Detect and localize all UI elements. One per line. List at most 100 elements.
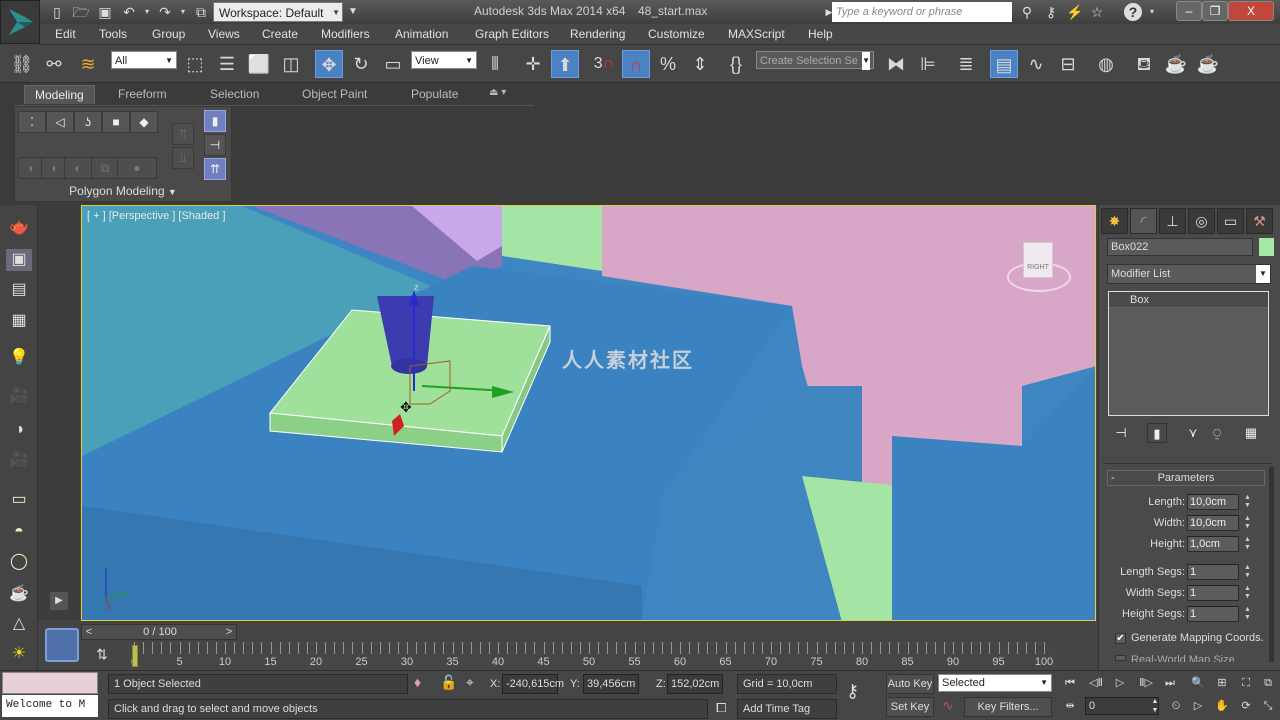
make-unique-icon[interactable]: ⋎ xyxy=(1183,423,1203,443)
menu-graph-editors[interactable]: Graph Editors xyxy=(475,27,549,41)
selection-lock-icon[interactable]: 🔓 xyxy=(440,674,457,691)
go-to-start-icon[interactable]: ⏮ xyxy=(1060,674,1080,692)
y-coordinate-field[interactable]: 39,456cm xyxy=(583,674,639,694)
select-similar-icon[interactable]: ● xyxy=(117,157,157,179)
zoom-extents-icon[interactable]: ⛶ xyxy=(1236,674,1256,692)
select-by-name-icon[interactable]: ☰ xyxy=(213,50,241,78)
spinner-icon[interactable]: ▲ ▼ xyxy=(1243,536,1252,552)
pivot-center-icon[interactable]: ⫴ xyxy=(481,50,509,78)
spinner-icon[interactable]: ▲ ▼ xyxy=(1243,494,1252,510)
modify-mode-icon[interactable]: ⫪ xyxy=(172,123,194,145)
infocenter-search-input[interactable]: Type a keyword or phrase xyxy=(832,2,1012,22)
ribbon-tab-object-paint[interactable]: Object Paint xyxy=(302,87,367,101)
modifier-list-dropdown[interactable]: Modifier List ▼ xyxy=(1107,264,1271,284)
redo-dropdown-icon[interactable]: ▾ xyxy=(174,3,192,21)
reference-coordinate-dropdown[interactable]: View ▼ xyxy=(411,51,477,69)
isolate-selection-icon[interactable]: ♦ xyxy=(414,674,421,690)
menu-modifiers[interactable]: Modifiers xyxy=(321,27,370,41)
command-panel-scrollbar[interactable] xyxy=(1269,467,1274,662)
viewport-label[interactable]: [ + ] [Perspective ] [Shaded ] xyxy=(87,210,226,222)
dome-light-icon[interactable]: ◓ xyxy=(6,521,32,543)
vertex-mode-icon[interactable]: ⁚ xyxy=(18,111,46,133)
unlink-icon[interactable]: ⚯ xyxy=(40,50,68,78)
schematic-view-icon[interactable]: ⊟ xyxy=(1054,50,1082,78)
rectangular-selection-icon[interactable]: ⬜ xyxy=(245,50,273,78)
zoom-icon[interactable]: 🔍 xyxy=(1188,674,1208,692)
material-editor-icon[interactable]: ◍ xyxy=(1092,50,1120,78)
camera-red-icon[interactable]: 🎥 xyxy=(6,449,32,471)
display-tab-icon[interactable]: ▭ xyxy=(1217,208,1244,234)
time-slider[interactable]: < 0 / 100 > xyxy=(81,624,237,640)
loop-selection-icon[interactable]: ◐ xyxy=(64,157,92,179)
zoom-all-icon[interactable]: ⊞ xyxy=(1212,674,1232,692)
edge-mode-icon[interactable]: ◁ xyxy=(46,111,74,133)
expand-layout-icon[interactable]: ▶ xyxy=(50,592,68,610)
angle-snap-icon[interactable]: ∩ xyxy=(622,50,650,78)
motion-tab-icon[interactable]: ◎ xyxy=(1188,208,1215,234)
stack-item-box[interactable]: Box xyxy=(1109,292,1268,308)
object-name-field[interactable]: Box022 xyxy=(1107,238,1253,256)
viewport-layout-button[interactable] xyxy=(45,628,79,662)
key-mode-dropdown[interactable]: Selected ▼ xyxy=(938,674,1052,692)
project-folder-icon[interactable]: ⧉ xyxy=(192,3,210,21)
workspace-dropdown[interactable]: Workspace: Default ▼ xyxy=(213,2,343,22)
binoculars-icon[interactable]: ⚲ xyxy=(1018,3,1036,21)
pin-stack-icon[interactable]: ⊣ xyxy=(1111,423,1131,443)
next-frame-icon[interactable]: > xyxy=(222,625,236,639)
play-icon[interactable]: ▷ xyxy=(1110,674,1130,692)
spinner-icon[interactable]: ▲ ▼ xyxy=(1243,515,1252,531)
create-tab-icon[interactable]: ✸ xyxy=(1101,208,1128,234)
time-configuration-icon[interactable]: ⏲ xyxy=(1166,697,1186,715)
teapot-icon[interactable]: 🫖 xyxy=(6,217,32,239)
maxscript-listener-output[interactable]: Welcome to M xyxy=(2,695,98,717)
open-mini-curve-editor-icon[interactable]: ⇅ xyxy=(92,646,112,666)
go-to-end-icon[interactable]: ⏭ xyxy=(1160,674,1180,692)
minimize-button[interactable]: – xyxy=(1176,1,1202,21)
maxscript-listener-input[interactable] xyxy=(2,672,98,694)
select-and-rotate-icon[interactable]: ↻ xyxy=(347,50,375,78)
menu-help[interactable]: Help xyxy=(808,27,833,41)
orbit-icon[interactable]: ⟳ xyxy=(1236,697,1256,715)
maximize-viewport-icon[interactable]: ⤡ xyxy=(1258,697,1278,715)
menu-views[interactable]: Views xyxy=(208,27,240,41)
viewcube[interactable]: RIGHT xyxy=(1003,240,1073,300)
spinner-icon[interactable]: ▲ ▼ xyxy=(1243,564,1252,580)
add-time-tag-button[interactable]: Add Time Tag xyxy=(737,699,837,719)
menu-maxscript[interactable]: MAXScript xyxy=(728,27,785,41)
new-file-icon[interactable]: ▯ xyxy=(48,3,66,21)
collapse-stack-icon[interactable]: ⫫ xyxy=(172,147,194,169)
help-icon[interactable]: ? xyxy=(1124,3,1142,21)
width-input[interactable]: 10,0cm xyxy=(1187,515,1239,531)
light-lister-icon[interactable]: 💡 xyxy=(6,347,32,369)
render-production-icon[interactable]: ☕ xyxy=(1194,50,1222,78)
x-coordinate-field[interactable]: -240,615cm xyxy=(502,674,564,694)
real-world-map-size-checkbox[interactable] xyxy=(1115,655,1126,661)
current-frame-field[interactable]: 0 xyxy=(1085,697,1159,715)
bind-space-warp-icon[interactable]: ≋ xyxy=(74,50,102,78)
z-coordinate-field[interactable]: 152,02cm xyxy=(667,674,723,694)
length-input[interactable]: 10,0cm xyxy=(1187,494,1239,510)
snaps-toggle-icon[interactable]: 3∩ xyxy=(590,50,618,78)
render-setup-icon[interactable]: ⛾ xyxy=(1130,50,1158,78)
selection-filter-dropdown[interactable]: All ▼ xyxy=(111,51,177,69)
area-light-icon[interactable]: ▭ xyxy=(6,489,32,511)
previous-frame-icon[interactable]: < xyxy=(82,625,96,639)
scene-explorer-icon[interactable]: ▤ xyxy=(990,50,1018,78)
spinner-icon[interactable]: ▲ ▼ xyxy=(1243,585,1252,601)
spotlight-icon[interactable]: △ xyxy=(6,613,32,635)
restore-button[interactable]: ❐ xyxy=(1202,1,1228,21)
mirror-icon[interactable]: ⧓ xyxy=(882,50,910,78)
menu-tools[interactable]: Tools xyxy=(99,27,127,41)
perspective-viewport[interactable]: z ✥ [ + ] [Perspective ] [Shaded ] RIGHT… xyxy=(81,205,1096,621)
default-tangents-icon[interactable]: ∿ xyxy=(942,697,954,714)
show-end-result-icon[interactable]: ▮ xyxy=(1147,423,1167,443)
sun-icon[interactable]: ☀ xyxy=(6,643,32,665)
absolute-transform-icon[interactable]: ⌖ xyxy=(466,674,474,691)
menu-animation[interactable]: Animation xyxy=(395,27,448,41)
configure-modifier-sets-icon[interactable]: ▦ xyxy=(1241,423,1261,443)
key-filters-button[interactable]: Key Filters... xyxy=(964,697,1052,717)
height-segs-input[interactable]: 1 xyxy=(1187,606,1239,622)
ring-selection-icon[interactable]: ⧉ xyxy=(91,157,119,179)
keyboard-shortcut-override-icon[interactable]: ⬆ xyxy=(551,50,579,78)
favorites-star-icon[interactable]: ☆ xyxy=(1088,3,1106,21)
